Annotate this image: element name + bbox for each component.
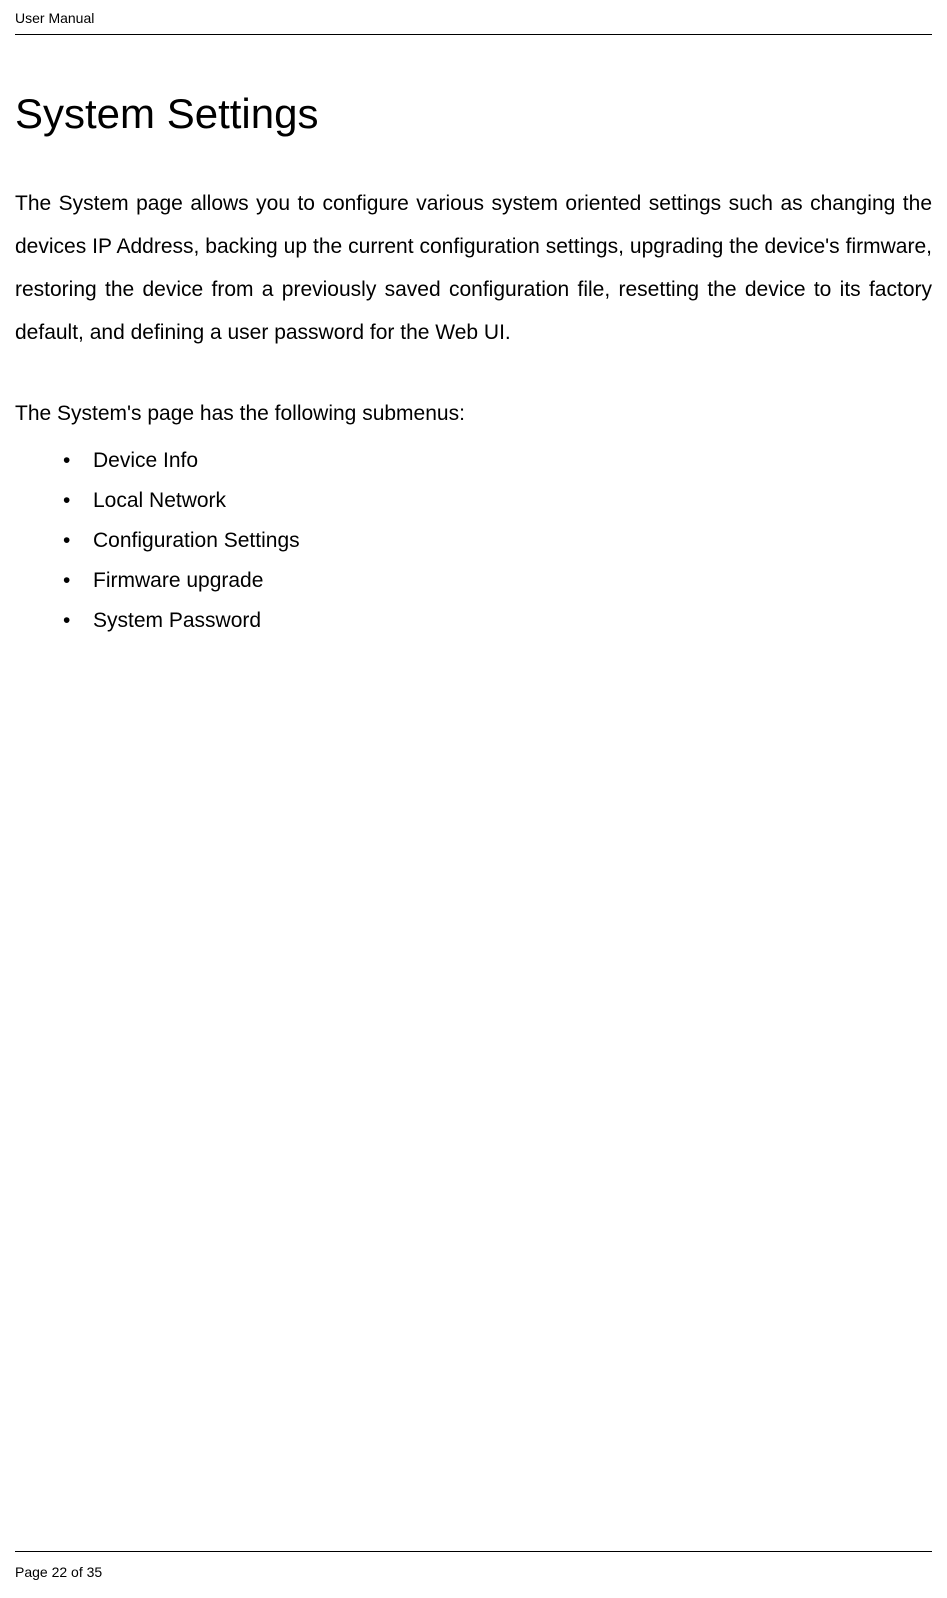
list-item: Local Network <box>63 481 932 521</box>
footer-rule <box>15 1551 932 1552</box>
list-item: Configuration Settings <box>63 521 932 561</box>
page-title: System Settings <box>15 90 932 138</box>
list-item: Firmware upgrade <box>63 561 932 601</box>
submenus-heading: The System's page has the following subm… <box>15 392 932 435</box>
list-item: Device Info <box>63 441 932 481</box>
list-item: System Password <box>63 601 932 641</box>
header-label: User Manual <box>15 10 932 35</box>
page-container: User Manual System Settings The System p… <box>0 0 947 1598</box>
footer-page-number: Page 22 of 35 <box>15 1564 102 1580</box>
submenu-list: Device Info Local Network Configuration … <box>15 441 932 640</box>
intro-paragraph: The System page allows you to configure … <box>15 182 932 354</box>
